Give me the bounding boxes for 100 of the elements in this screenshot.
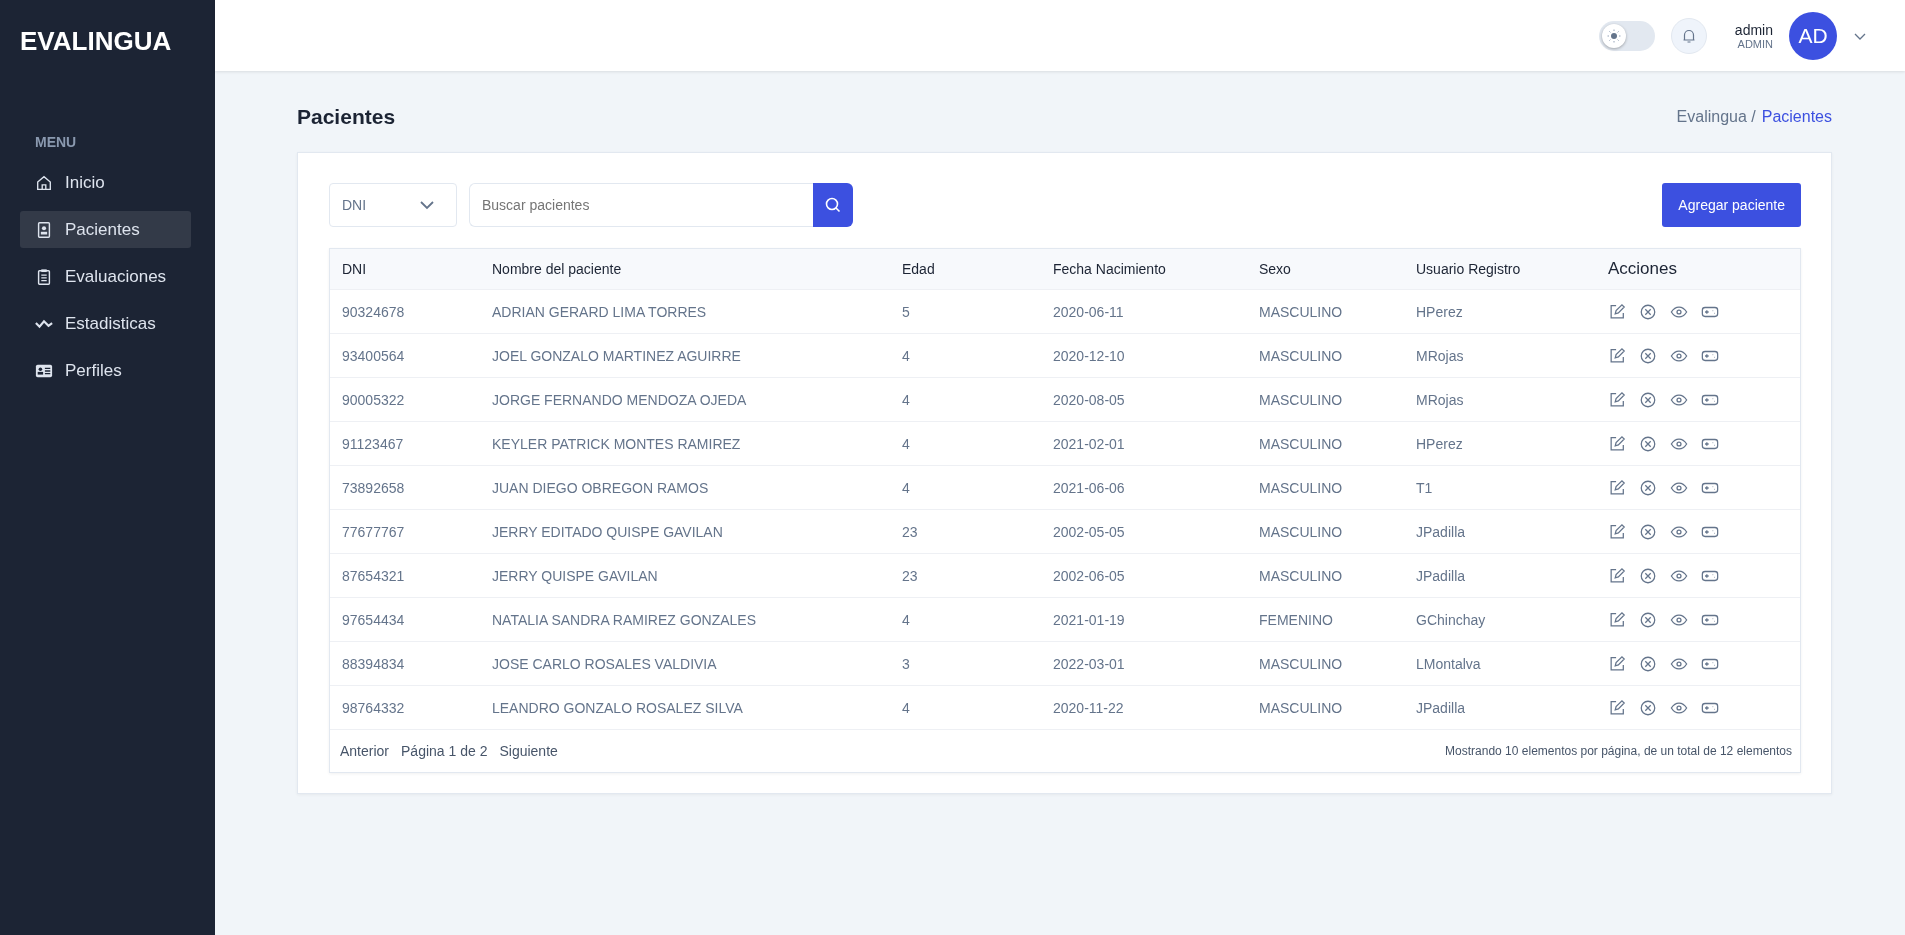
column-header: Usuario Registro	[1416, 261, 1522, 277]
table-cell-text: JPadilla	[1416, 523, 1467, 540]
table-cell-text: MASCULINO	[1259, 391, 1344, 408]
user-role: ADMIN	[1737, 37, 1773, 50]
table-cell-text: 4	[902, 611, 911, 628]
close-circle-icon[interactable]	[1639, 346, 1657, 365]
table-cell-text: 2021-02-01	[1053, 435, 1126, 452]
edit-icon[interactable]	[1608, 478, 1626, 497]
table-cell-text: 4	[902, 699, 911, 716]
edit-icon[interactable]	[1608, 698, 1626, 717]
table-cell-text: LMontalva	[1416, 655, 1482, 672]
edit-icon[interactable]	[1608, 522, 1626, 541]
table-cell-text: 2020-06-11	[1053, 303, 1125, 320]
table-cell-text: JPadilla	[1416, 567, 1467, 584]
page-title: Pacientes	[297, 105, 396, 129]
edit-icon[interactable]	[1608, 346, 1626, 365]
table-cell-text: 90005322	[342, 391, 406, 408]
table-cell-text: HPerez	[1416, 435, 1464, 452]
table-cell-text: MASCULINO	[1259, 347, 1344, 364]
table-cell-text: 2020-11-22	[1053, 699, 1125, 716]
table-cell-text: 4	[902, 435, 911, 452]
breadcrumb-link[interactable]: Evalingua /	[1676, 108, 1756, 126]
table-cell-text: MASCULINO	[1259, 523, 1344, 540]
close-circle-icon[interactable]	[1639, 610, 1657, 629]
column-header: DNI	[342, 261, 368, 277]
user-name: admin	[1734, 21, 1773, 38]
add-patient-button[interactable]: Agregar paciente	[1662, 183, 1801, 227]
close-circle-icon[interactable]	[1639, 566, 1657, 585]
edit-icon[interactable]	[1608, 654, 1626, 673]
theme-toggle[interactable]	[1598, 20, 1655, 51]
table-cell-text: KEYLER PATRICK MONTES RAMIREZ	[492, 435, 742, 452]
edit-icon[interactable]	[1608, 390, 1626, 409]
app-logo: EVALINGUA	[19, 25, 173, 58]
table-cell-text: 2021-01-19	[1053, 611, 1126, 628]
user-avatar[interactable]: AD	[1789, 11, 1837, 60]
table-cell-text: 3	[902, 655, 911, 672]
page-indicator: Página 1 de 2	[401, 743, 488, 759]
column-header: Edad	[902, 261, 936, 277]
close-circle-icon[interactable]	[1639, 434, 1657, 453]
sidebar-item[interactable]: Estadisticas	[20, 305, 191, 342]
table-cell-text: JOSE CARLO ROSALES VALDIVIA	[492, 655, 718, 672]
sidebar-item[interactable]: Pacientes	[20, 211, 191, 248]
sidebar-item[interactable]: Evaluaciones	[20, 258, 191, 295]
close-circle-icon[interactable]	[1639, 522, 1657, 541]
table-cell-text: 5	[902, 303, 911, 320]
edit-icon[interactable]	[1608, 434, 1626, 453]
table-cell-text: JORGE FERNANDO MENDOZA OJEDA	[492, 391, 748, 408]
table-cell-text: 91123467	[342, 435, 405, 452]
table-cell-text: 2020-08-05	[1053, 391, 1126, 408]
table-cell-text: 23	[902, 523, 919, 540]
table-cell-text: JERRY QUISPE GAVILAN	[492, 567, 659, 584]
table-cell-text: 23	[902, 567, 919, 584]
table-cell-text: 2020-12-10	[1053, 347, 1126, 364]
table-cell-text: 88394834	[342, 655, 406, 672]
table-cell-text: 93400564	[342, 347, 406, 364]
table-cell-text: 4	[902, 347, 911, 364]
next-link[interactable]: Siguiente	[499, 743, 558, 759]
table-cell-text: 77677767	[342, 523, 406, 540]
table-cell-text: 2021-06-06	[1053, 479, 1126, 496]
table-cell-text: MASCULINO	[1259, 303, 1344, 320]
close-circle-icon[interactable]	[1639, 302, 1657, 321]
breadcrumb-link[interactable]: Pacientes	[1761, 108, 1832, 126]
close-circle-icon[interactable]	[1639, 654, 1657, 673]
close-circle-icon[interactable]	[1639, 698, 1657, 717]
table-cell-text: LEANDRO GONZALO ROSALEZ SILVA	[492, 699, 744, 716]
pagination-summary: Mostrando 10 elementos por página, de un total de 12 elementos	[1445, 744, 1792, 758]
table-cell-text: JUAN DIEGO OBREGON RAMOS	[492, 479, 710, 496]
column-header: Nombre del paciente	[492, 261, 623, 277]
table-cell-text: GChinchay	[1416, 611, 1487, 628]
table-cell-text: MRojas	[1416, 391, 1465, 408]
table-cell-text: JERRY EDITADO QUISPE GAVILAN	[492, 523, 724, 540]
edit-icon[interactable]	[1608, 566, 1626, 585]
table-cell-text: 4	[902, 479, 911, 496]
table-cell-text: 2022-03-01	[1053, 655, 1126, 672]
table-cell-text: 4	[902, 391, 911, 408]
sidebar-item[interactable]: Inicio	[20, 164, 191, 201]
table-cell-text: 98764332	[342, 699, 406, 716]
edit-icon[interactable]	[1608, 302, 1626, 321]
sun-icon	[1606, 28, 1621, 43]
table-cell-text: MASCULINO	[1259, 567, 1344, 584]
table-cell-text: 73892658	[342, 479, 406, 496]
filter-select[interactable]: DNI	[329, 183, 457, 227]
sidebar-item[interactable]: Perfiles	[20, 352, 191, 389]
close-circle-icon[interactable]	[1639, 390, 1657, 409]
search-button[interactable]	[813, 183, 853, 227]
table-cell-text: JPadilla	[1416, 699, 1467, 716]
edit-icon[interactable]	[1608, 610, 1626, 629]
close-circle-icon[interactable]	[1639, 478, 1657, 497]
table-cell-text: MRojas	[1416, 347, 1465, 364]
table-cell-text: MASCULINO	[1259, 435, 1344, 452]
home-icon	[35, 173, 53, 192]
column-header: Sexo	[1259, 261, 1292, 277]
table-cell-text: ADRIAN GERARD LIMA TORRES	[492, 303, 708, 320]
table-cell-text: 2002-06-05	[1053, 567, 1126, 584]
table-cell-text: 87654321	[342, 567, 406, 584]
table-cell-text: 2002-05-05	[1053, 523, 1126, 540]
previous-link[interactable]: Anterior	[340, 743, 390, 759]
table-cell-text: MASCULINO	[1259, 655, 1344, 672]
search-field[interactable]: Buscar pacientes	[469, 183, 813, 227]
person-badge-icon	[35, 220, 53, 239]
